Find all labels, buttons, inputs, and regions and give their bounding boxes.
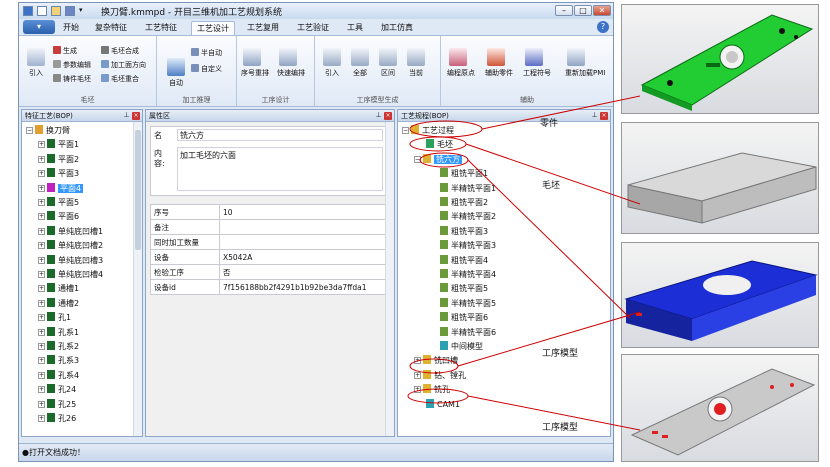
annotation-op-model-1: 工序模型 xyxy=(542,349,579,359)
annotation-part: 零件 xyxy=(540,119,559,129)
annotation-blank: 毛坯 xyxy=(542,181,561,191)
annotation-overlay xyxy=(407,95,641,431)
annotation-op-model-2: 工序模型 xyxy=(542,423,579,433)
